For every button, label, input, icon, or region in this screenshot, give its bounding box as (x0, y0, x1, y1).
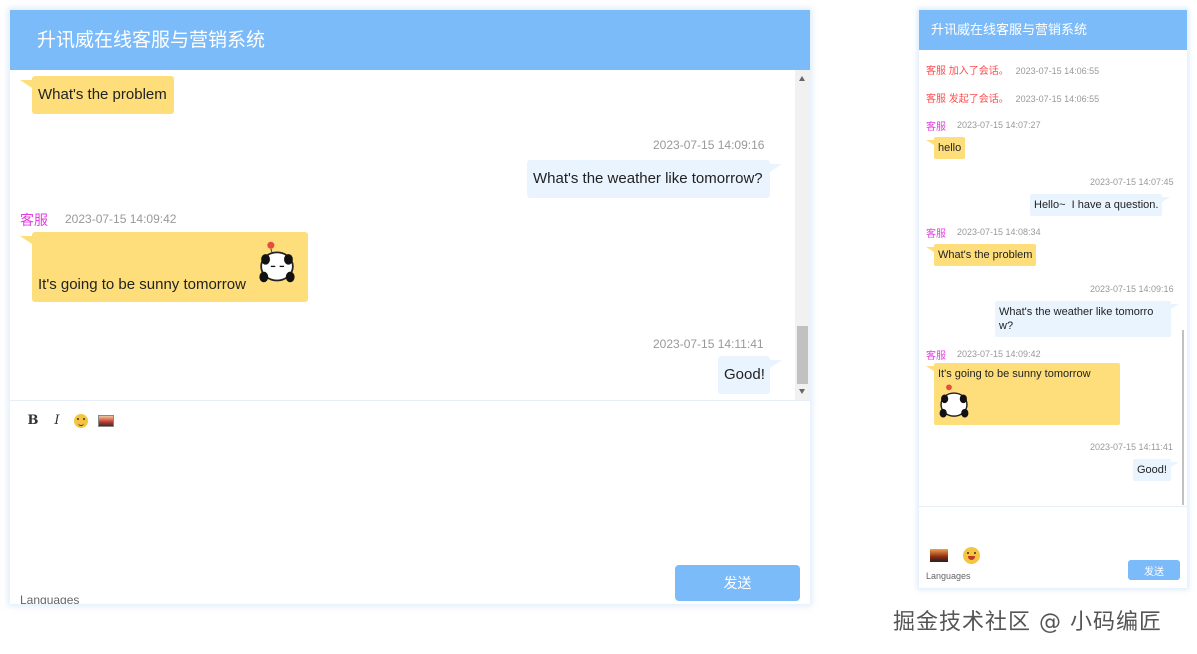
user-message-bubble: What's the weather like tomorro w? (995, 301, 1179, 337)
agent-sender-name: 客服 (926, 351, 946, 362)
message-scrollbar[interactable] (1182, 330, 1184, 505)
message-text-line: w? (999, 320, 1014, 332)
message-list: What's the problem 2023-07-15 14:09:16 W… (10, 70, 795, 400)
send-button[interactable]: 发送 (675, 565, 800, 601)
panda-sticker-icon (259, 241, 295, 283)
user-message-bubble: Good! (718, 356, 782, 394)
bold-button[interactable]: B (26, 413, 40, 428)
scroll-up-arrow-icon[interactable] (799, 76, 805, 81)
emoji-icon[interactable] (963, 547, 980, 564)
message-timestamp: 2023-07-15 14:09:16 (1090, 284, 1174, 294)
message-editor[interactable]: B I 发送 Languages (10, 400, 810, 604)
send-button[interactable]: 发送 (1128, 560, 1180, 580)
languages-link[interactable]: Languages (926, 571, 971, 581)
panda-sticker-icon (939, 384, 969, 418)
agent-sender-name: 客服 (926, 229, 946, 240)
system-who: 客服 (926, 66, 946, 77)
chat-window-small: 升讯威在线客服与营销系统 客服 加入了会话。 2023-07-15 14:06:… (919, 10, 1187, 588)
message-timestamp: 2023-07-15 14:09:42 (957, 349, 1041, 359)
message-timestamp: 2023-07-15 14:09:16 (653, 138, 765, 152)
message-timestamp: 2023-07-15 14:09:42 (65, 212, 177, 226)
agent-sender-name: 客服 (926, 122, 946, 133)
scrollbar-thumb[interactable] (797, 326, 808, 384)
message-timestamp: 2023-07-15 14:08:34 (957, 227, 1041, 237)
system-timestamp: 2023-07-15 14:06:55 (1015, 94, 1100, 104)
agent-message-bubble: What's the problem (925, 244, 1037, 266)
editor-toolbar: B I (26, 413, 114, 428)
italic-button[interactable]: I (50, 413, 64, 428)
chat-header-title: 升讯威在线客服与营销系统 (10, 10, 810, 70)
system-message: 客服 加入了会话。 2023-07-15 14:06:55 (926, 62, 1099, 77)
message-list: 客服 加入了会话。 2023-07-15 14:06:55 客服 发起了会话。 … (919, 50, 1181, 505)
agent-message-bubble: It's going to be sunny tomorrow (926, 363, 1120, 425)
watermark-text: 掘金技术社区 @ 小码编匠 (893, 610, 1162, 635)
agent-message-bubble: hello (925, 137, 966, 159)
emoji-icon[interactable] (74, 413, 88, 428)
image-icon[interactable] (98, 414, 114, 427)
message-timestamp: 2023-07-15 14:11:41 (653, 337, 764, 351)
agent-sender-name: 客服 (20, 212, 48, 228)
message-editor[interactable]: Languages 发送 (919, 506, 1187, 588)
agent-message-text: It's going to be sunny tomorrow (938, 368, 1091, 380)
image-icon[interactable] (930, 549, 948, 562)
message-timestamp: 2023-07-15 14:07:45 (1090, 177, 1174, 187)
chat-header-title: 升讯威在线客服与营销系统 (919, 10, 1187, 50)
agent-message-bubble: It's going to be sunny tomorrow (20, 232, 308, 302)
message-timestamp: 2023-07-15 14:07:27 (957, 120, 1041, 130)
message-scrollbar[interactable] (795, 70, 810, 400)
languages-link[interactable]: Languages (20, 593, 79, 604)
system-who: 客服 (926, 94, 946, 105)
system-message: 客服 发起了会话。 2023-07-15 14:06:55 (926, 90, 1099, 105)
system-timestamp: 2023-07-15 14:06:55 (1015, 66, 1100, 76)
scroll-down-arrow-icon[interactable] (799, 389, 805, 394)
message-text-line: What's the weather like tomorro (999, 306, 1154, 318)
chat-window-large: 升讯威在线客服与营销系统 What's the problem 2023-07-… (10, 10, 810, 604)
user-message-bubble: Good! (1133, 459, 1179, 481)
system-action: 加入了会话。 (948, 66, 1009, 77)
message-timestamp: 2023-07-15 14:11:41 (1090, 442, 1173, 452)
agent-message-text: It's going to be sunny tomorrow (38, 276, 246, 293)
agent-message-bubble: What's the problem (20, 76, 174, 114)
user-message-bubble: What's the weather like tomorrow? (527, 160, 782, 198)
system-action: 发起了会话。 (948, 94, 1009, 105)
user-message-bubble: Hello~ I have a question. (1030, 194, 1171, 216)
